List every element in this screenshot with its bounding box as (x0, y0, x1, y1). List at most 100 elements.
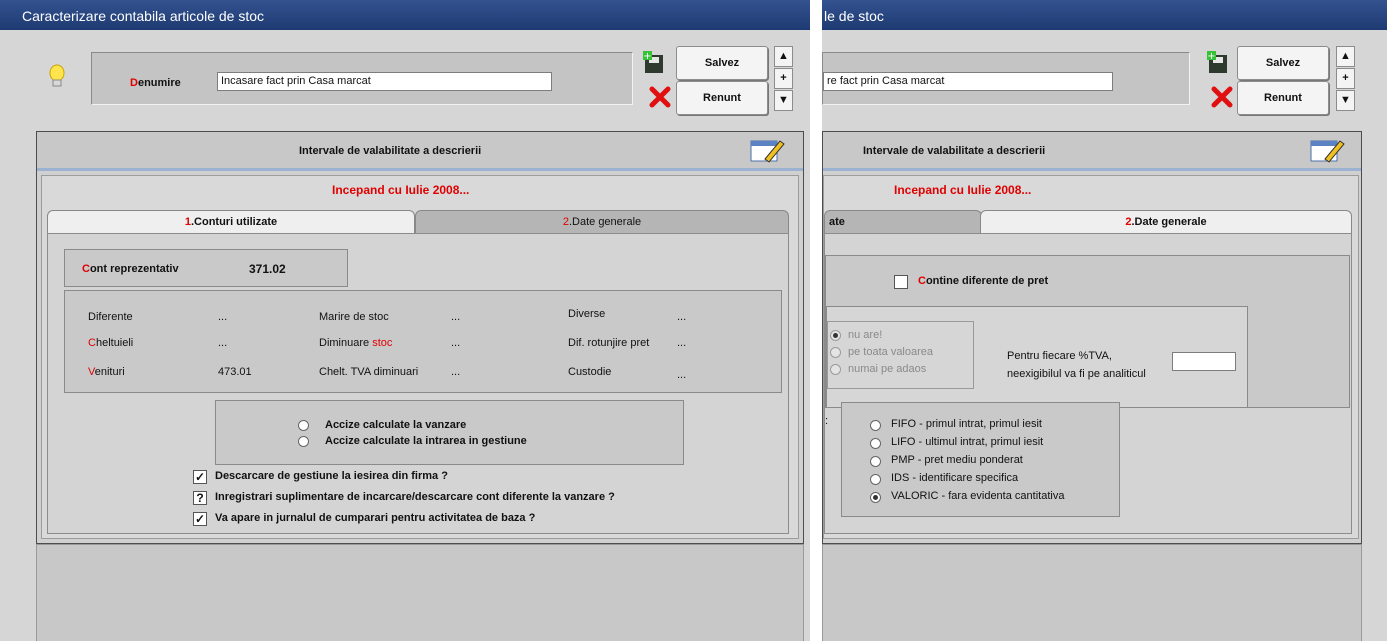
tab-conturi-utilizate[interactable]: 1.Conturi utilizate (47, 210, 415, 234)
save-icon[interactable]: + (643, 51, 667, 75)
save-button[interactable]: Salvez (1237, 46, 1329, 80)
venituri-value[interactable]: 473.01 (218, 366, 252, 378)
tab-date-generale[interactable]: 2.Date generale (980, 210, 1352, 234)
arrow-up-icon[interactable]: ▲ (1336, 46, 1355, 67)
tva-text-2: neexigibilul va fi pe analiticul (1007, 368, 1146, 380)
analitic-input[interactable] (1172, 352, 1236, 371)
contine-diferente-label: Contine diferente de pret (918, 275, 1049, 287)
numai-adaos-radio[interactable] (830, 364, 841, 375)
accize-vanzare-label: Accize calculate la vanzare (325, 419, 467, 431)
right-bottom-area (822, 544, 1362, 641)
diferente-radio-group: nu are! pe toata valoarea numai pe adaos (827, 321, 974, 389)
section-header: Intervale de valabilitate a descrierii (37, 132, 803, 169)
cont-reprezentativ-label: Cont reprezentativ (82, 263, 179, 275)
diferente-options-box: nu are! pe toata valoarea numai pe adaos… (826, 306, 1248, 408)
ids-radio[interactable] (870, 474, 881, 485)
venituri-label: Venituri (88, 366, 125, 378)
plus-icon[interactable]: + (774, 68, 793, 89)
inregistrari-label: Inregistrari suplimentare de incarcare/d… (215, 491, 615, 503)
period-title: Incepand cu Iulie 2008... (894, 183, 1032, 197)
custodie-value[interactable]: ... (677, 369, 686, 381)
denumire-input[interactable]: Incasare fact prin Casa marcat (217, 72, 552, 91)
valoric-radio[interactable] (870, 492, 881, 503)
accounts-box: Diferente ... Cheltuieli ... Venituri 47… (64, 290, 782, 393)
window-title: le de stoc (824, 8, 884, 24)
denumire-label-rest: enumire (137, 77, 181, 89)
jurnal-label: Va apare in jurnalul de cumparari pentru… (215, 512, 536, 524)
denumire-input[interactable]: re fact prin Casa marcat (823, 72, 1113, 91)
name-panel: re fact prin Casa marcat (822, 52, 1190, 105)
accize-box: Accize calculate la vanzare Accize calcu… (215, 400, 684, 465)
diverse-value[interactable]: ... (677, 311, 686, 323)
diverse-label: Diverse (568, 308, 606, 320)
diferente-pret-box: Contine diferente de pret nu are! pe toa… (825, 255, 1350, 408)
diminuare-stoc-label: Diminuare stoc (319, 337, 393, 349)
validity-panel: Intervale de valabilitate a descrierii I… (822, 131, 1362, 544)
save-button[interactable]: Salvez (676, 46, 768, 80)
window-title: Caracterizare contabila articole de stoc (22, 8, 265, 24)
save-icon[interactable]: + (1207, 51, 1231, 75)
fifo-radio[interactable] (870, 420, 881, 431)
diferente-value[interactable]: ... (218, 311, 227, 323)
cancel-x-icon[interactable] (649, 86, 671, 108)
cancel-button[interactable]: Renunt (676, 81, 768, 115)
tab-conturi-utilizate[interactable]: ate (824, 210, 982, 234)
pmp-radio[interactable] (870, 456, 881, 467)
cheltuieli-label: Cheltuieli (88, 337, 134, 349)
ids-label: IDS - identificare specifica (891, 472, 1019, 484)
save-button-label: Salvez (704, 57, 740, 69)
accize-intrare-radio[interactable] (298, 436, 309, 447)
validity-panel: Intervale de valabilitate a descrierii I… (36, 131, 804, 544)
diminuare-stoc-value[interactable]: ... (451, 337, 460, 349)
diferente-label: Diferente (88, 311, 133, 323)
window-title-bar: le de stoc (822, 0, 1387, 30)
tab-page-date-generale: Contine diferente de pret nu are! pe toa… (824, 233, 1352, 534)
accize-vanzare-radio[interactable] (298, 420, 309, 431)
arrow-up-icon[interactable]: ▲ (774, 46, 793, 67)
numai-adaos-label: numai pe adaos (848, 363, 927, 375)
section-title: Intervale de valabilitate a descrierii (863, 145, 1046, 157)
tab-label: .Conturi utilizate (190, 216, 278, 228)
cancel-button[interactable]: Renunt (1237, 81, 1329, 115)
cancel-button-label: Renunt (703, 92, 741, 104)
cancel-x-icon[interactable] (1211, 86, 1233, 108)
cont-reprezentativ-value: 371.02 (249, 262, 286, 276)
contine-diferente-checkbox[interactable] (894, 275, 908, 289)
toata-valoarea-radio[interactable] (830, 347, 841, 358)
tva-text-1: Pentru fiecare %TVA, (1007, 350, 1112, 362)
cont-reprezentativ-box: Cont reprezentativ 371.02 (64, 249, 348, 287)
period-title: Incepand cu Iulie 2008... (332, 183, 470, 197)
descarcare-checkbox[interactable]: ✓ (193, 470, 207, 484)
window-title-bar: Caracterizare contabila articole de stoc (0, 0, 810, 30)
svg-text:+: + (1207, 51, 1215, 62)
tab-date-generale[interactable]: 2.Date generale (415, 210, 789, 234)
arrow-down-icon[interactable]: ▼ (774, 90, 793, 111)
left-window: Caracterizare contabila articole de stoc… (0, 0, 810, 641)
dif-rotunjire-value[interactable]: ... (677, 337, 686, 349)
lifo-radio[interactable] (870, 438, 881, 449)
calendar-edit-icon[interactable] (1309, 135, 1345, 163)
lifo-label: LIFO - ultimul intrat, primul iesit (891, 436, 1044, 448)
cheltuieli-value[interactable]: ... (218, 337, 227, 349)
lightbulb-icon[interactable] (48, 64, 66, 90)
marire-stoc-value[interactable]: ... (451, 311, 460, 323)
left-bottom-area (36, 544, 804, 641)
denumire-label: Denumire (130, 77, 181, 89)
calendar-edit-icon[interactable] (749, 135, 785, 163)
inregistrari-checkbox[interactable]: ? (193, 491, 207, 505)
right-window: le de stoc re fact prin Casa marcat + Sa… (822, 0, 1387, 641)
jurnal-checkbox[interactable]: ✓ (193, 512, 207, 526)
svg-text:+: + (643, 51, 651, 62)
method-box: FIFO - primul intrat, primul iesit LIFO … (841, 402, 1120, 517)
tab-label: .Date generale (568, 216, 642, 228)
chelt-tva-value[interactable]: ... (451, 366, 460, 378)
cancel-button-label: Renunt (1264, 92, 1302, 104)
marire-stoc-label: Marire de stoc (319, 311, 389, 323)
nu-are-radio[interactable] (830, 330, 841, 341)
fifo-label: FIFO - primul intrat, primul iesit (891, 418, 1042, 430)
arrow-down-icon[interactable]: ▼ (1336, 90, 1355, 111)
section-header: Intervale de valabilitate a descrierii (823, 132, 1361, 169)
nu-are-label: nu are! (848, 329, 883, 341)
pmp-label: PMP - pret mediu ponderat (891, 454, 1023, 466)
plus-icon[interactable]: + (1336, 68, 1355, 89)
